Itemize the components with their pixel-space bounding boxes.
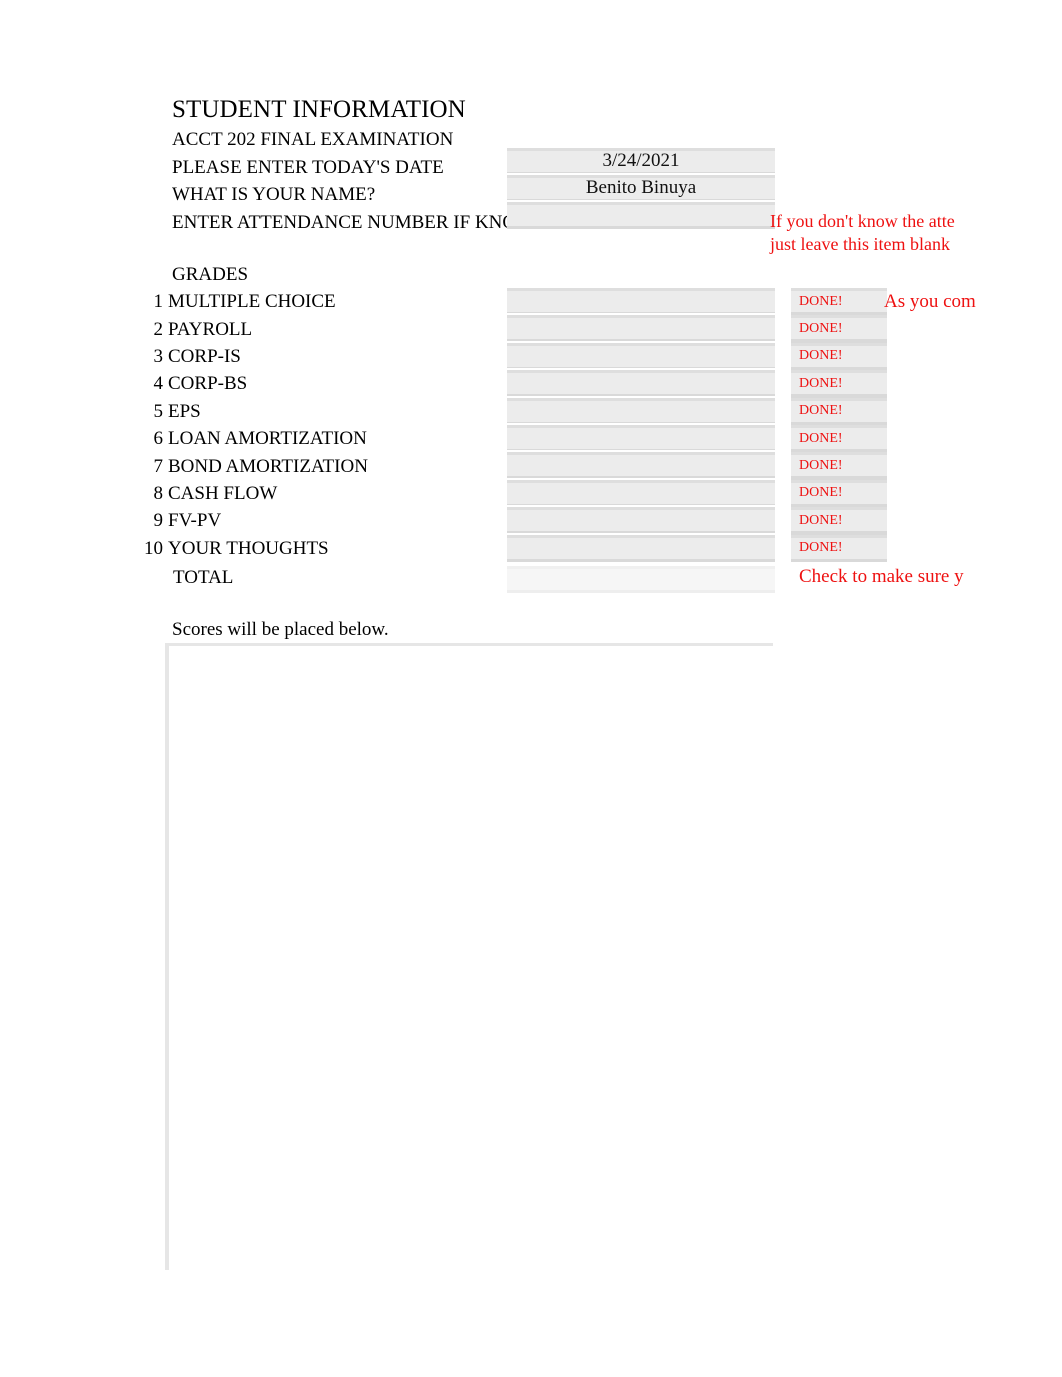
check-total-note: Check to make sure y	[799, 566, 964, 587]
grade-row: 10 YOUR THOUGHTS	[110, 535, 440, 562]
grade-score-input-cell[interactable]	[507, 507, 775, 535]
scores-note: Scores will be placed below.	[172, 619, 389, 640]
grade-row-number: 4	[153, 373, 164, 395]
grade-row: 6 LOAN AMORTIZATION	[110, 425, 440, 452]
grade-row-label: YOUR THOUGHTS	[168, 537, 329, 559]
total-score-cell[interactable]	[507, 566, 775, 593]
grade-row: 2 PAYROLL	[110, 315, 440, 342]
attendance-number-input-cell[interactable]	[507, 202, 775, 229]
page-title: STUDENT INFORMATION	[172, 96, 466, 123]
grade-row-label: EPS	[168, 400, 201, 422]
header-input-column: 3/24/2021 Benito Binuya	[507, 148, 775, 229]
grade-score-input-cell[interactable]	[507, 288, 775, 316]
spreadsheet-page: STUDENT INFORMATION ACCT 202 FINAL EXAMI…	[0, 0, 1062, 1377]
status-badge: DONE!	[791, 342, 887, 371]
total-row-label: TOTAL	[173, 567, 234, 588]
status-badge: DONE!	[791, 534, 887, 562]
grade-row-label: BOND AMORTIZATION	[168, 455, 368, 477]
grade-row: 5 EPS	[110, 398, 440, 425]
grade-row-label: FV-PV	[168, 510, 222, 532]
grade-row-number: 9	[153, 510, 164, 532]
grade-row-number: 2	[153, 318, 164, 340]
grade-row-label: PAYROLL	[168, 318, 253, 340]
scores-box-left-border	[165, 643, 169, 1270]
grade-score-input-cell[interactable]	[507, 534, 775, 562]
date-input-value: 3/24/2021	[602, 150, 680, 171]
grade-row: 1 MULTIPLE CHOICE	[110, 288, 440, 315]
scores-box-top-border	[165, 643, 773, 646]
grade-row-number: 6	[153, 428, 164, 450]
total-row: TOTAL	[110, 564, 440, 591]
status-badge: DONE!	[791, 288, 887, 316]
status-badge: DONE!	[791, 397, 887, 425]
date-input-cell[interactable]: 3/24/2021	[507, 148, 775, 175]
grade-row-number: 8	[153, 482, 164, 504]
grade-row-label: CORP-IS	[168, 345, 241, 367]
status-badge: DONE!	[791, 424, 887, 453]
grade-row-number: 5	[153, 400, 164, 422]
grade-row: 9 FV-PV	[110, 507, 440, 534]
grade-row-number: 3	[153, 345, 164, 367]
grade-row-number: 1	[153, 291, 164, 313]
grade-score-input-cell[interactable]	[507, 370, 775, 398]
attendance-note-line-2: just leave this item blank	[770, 234, 950, 254]
name-input-value: Benito Binuya	[585, 177, 697, 198]
grade-score-input-cell[interactable]	[507, 315, 775, 343]
label-name: WHAT IS YOUR NAME?	[172, 184, 376, 205]
grade-row-label: MULTIPLE CHOICE	[168, 291, 336, 313]
completion-note: As you com	[884, 291, 976, 312]
grade-row: 4 CORP-BS	[110, 370, 440, 397]
status-badge: DONE!	[791, 507, 887, 535]
grade-score-input-column	[507, 288, 775, 562]
grade-row-label: CASH FLOW	[168, 482, 278, 504]
grade-score-input-cell[interactable]	[507, 397, 775, 425]
grade-score-input-cell[interactable]	[507, 452, 775, 480]
status-badge: DONE!	[791, 370, 887, 398]
grade-row-label: CORP-BS	[168, 373, 248, 395]
grade-row-number: 10	[144, 537, 163, 559]
grade-score-input-cell[interactable]	[507, 424, 775, 453]
grades-heading: GRADES	[172, 264, 249, 285]
attendance-note: If you don't know the atte just leave th…	[770, 210, 955, 256]
grade-score-input-cell[interactable]	[507, 342, 775, 371]
name-input-cell[interactable]: Benito Binuya	[507, 175, 775, 202]
grade-row-number: 7	[153, 455, 164, 477]
grade-row-label: LOAN AMORTIZATION	[168, 428, 367, 450]
status-badge: DONE!	[791, 452, 887, 480]
grade-row: 3 CORP-IS	[110, 343, 440, 370]
label-attendance-number: ENTER ATTENDANCE NUMBER IF KNOWN	[172, 212, 548, 233]
status-column: DONE! DONE! DONE! DONE! DONE! DONE! DONE…	[791, 288, 887, 562]
status-badge: DONE!	[791, 479, 887, 508]
attendance-note-line-1: If you don't know the atte	[770, 211, 955, 231]
grade-score-input-cell[interactable]	[507, 479, 775, 508]
exam-subtitle: ACCT 202 FINAL EXAMINATION	[172, 129, 454, 150]
grade-row: 7 BOND AMORTIZATION	[110, 452, 440, 479]
label-date: PLEASE ENTER TODAY'S DATE	[172, 157, 444, 178]
grade-row: 8 CASH FLOW	[110, 480, 440, 507]
status-badge: DONE!	[791, 315, 887, 343]
